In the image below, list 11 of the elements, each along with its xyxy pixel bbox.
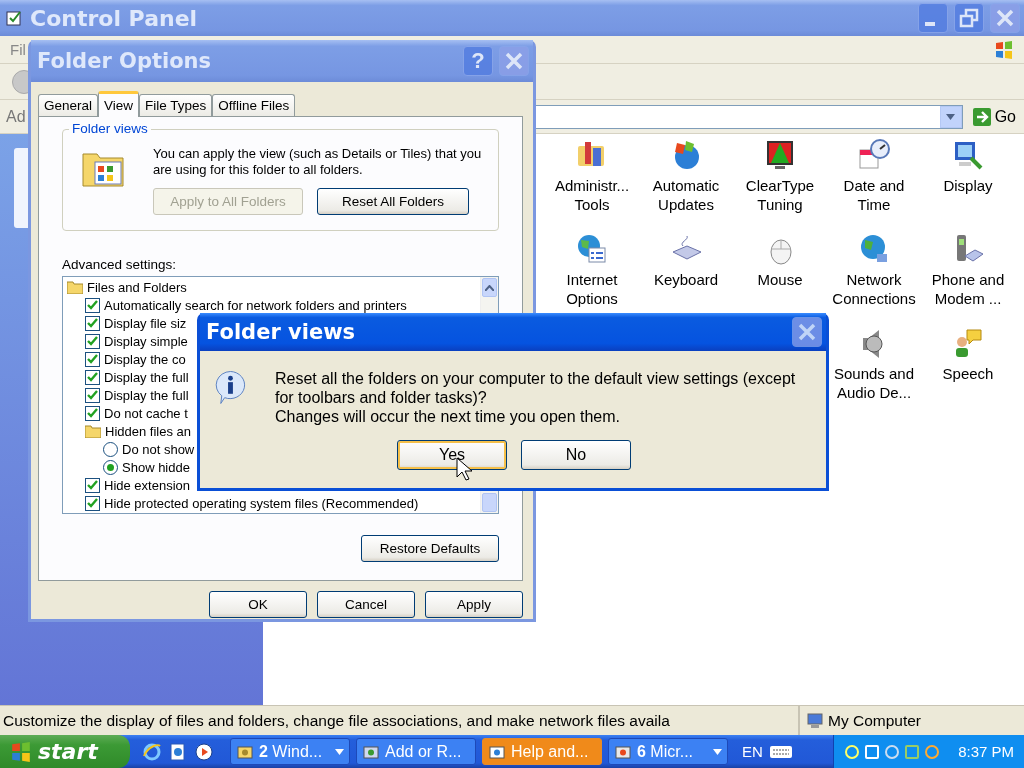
address-label: Ad	[6, 107, 26, 126]
group-title: Folder views	[69, 121, 151, 136]
group-description: You can apply the view (such as Details or Tiles) that you are using for this folder to all folders.	[153, 146, 483, 178]
message-box-title: Folder views	[206, 320, 357, 344]
message-text: Reset all the folders on your computer to the default view settings (except for toolbars and folder tasks)?	[274, 369, 797, 407]
window-title: Control Panel	[30, 5, 199, 31]
advanced-settings-label: Advanced settings:	[62, 257, 178, 272]
dialog-title: Folder Options	[37, 49, 213, 73]
status-location: My Computer	[800, 706, 1024, 735]
message-text: Changes will occur the next time you open them.	[274, 407, 622, 426]
clock: 8:37 PM	[958, 743, 1014, 760]
